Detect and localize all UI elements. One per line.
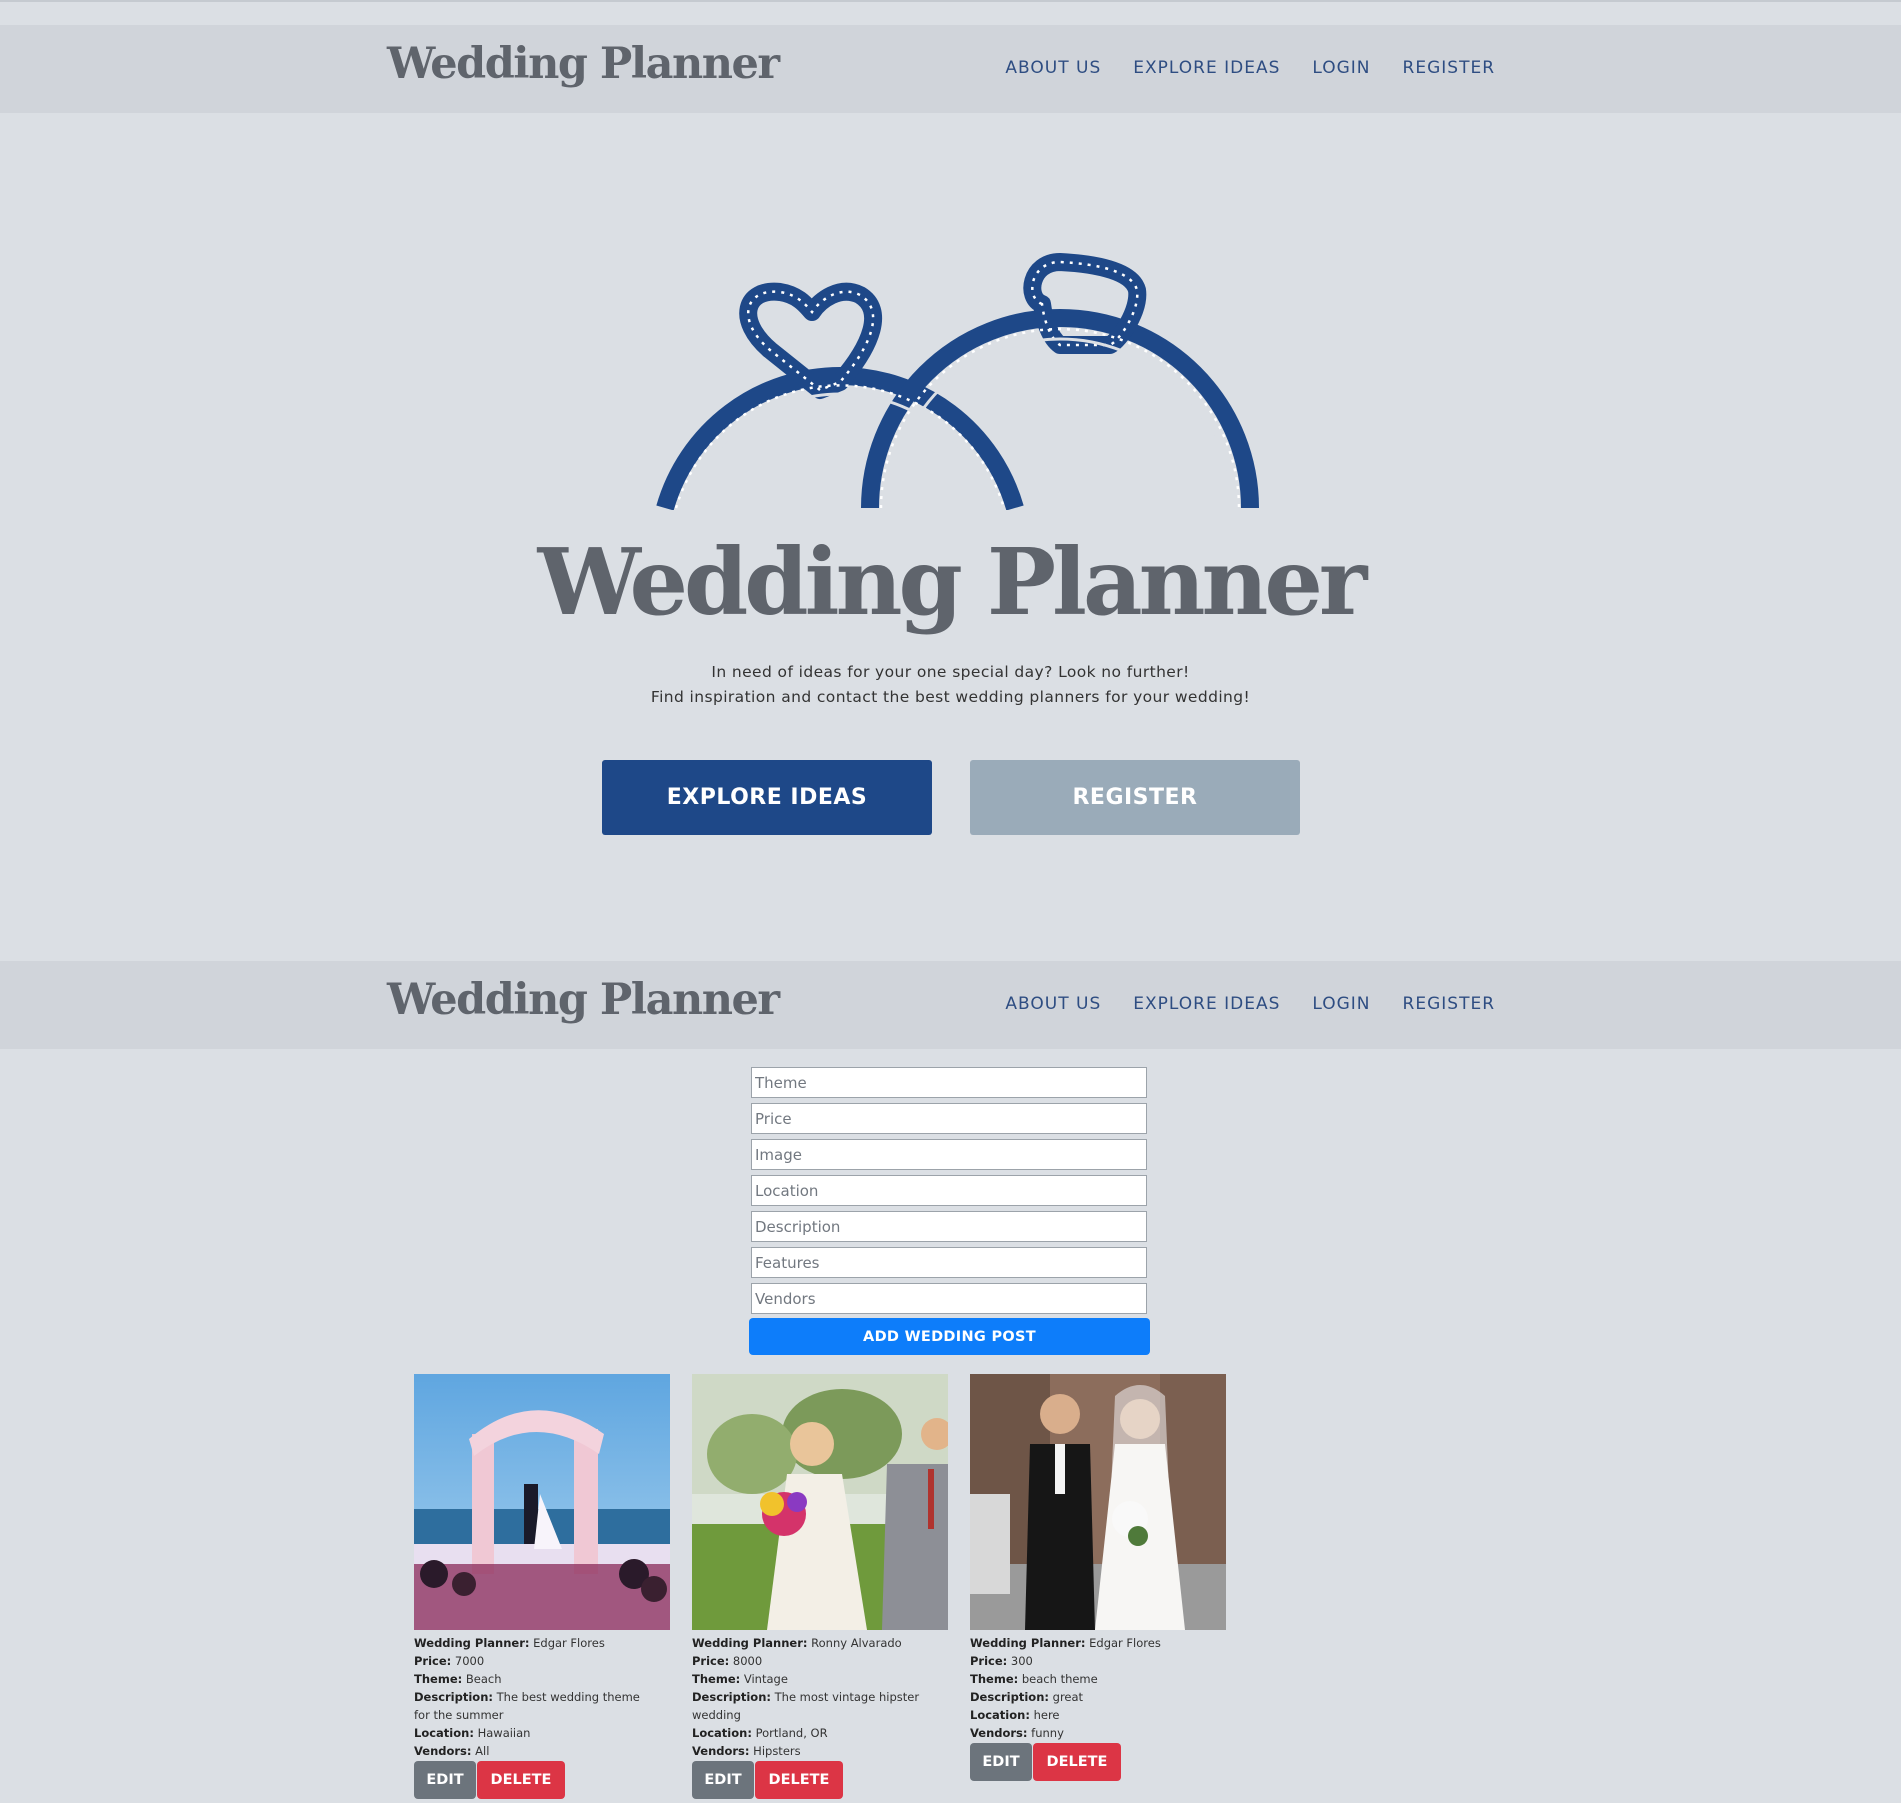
nav-explore-ideas[interactable]: EXPLORE IDEAS: [1133, 994, 1280, 1014]
post-price: Price: 300: [970, 1654, 1033, 1668]
vendors-input[interactable]: [751, 1283, 1147, 1314]
price-input[interactable]: [751, 1103, 1147, 1134]
wedding-post-card: Wedding Planner: Edgar Flores Price: 700…: [414, 1374, 670, 1799]
delete-button[interactable]: DELETE: [755, 1761, 843, 1799]
post-vendors: Vendors: Hipsters: [692, 1744, 801, 1758]
post-theme: Theme: Beach: [414, 1672, 502, 1686]
hero-tagline: In need of ideas for your one special da…: [0, 660, 1901, 710]
nav-links: ABOUT US EXPLORE IDEAS LOGIN REGISTER: [1005, 994, 1495, 1014]
post-details: Wedding Planner: Edgar Flores Price: 300…: [970, 1634, 1210, 1742]
nav-register[interactable]: REGISTER: [1403, 994, 1495, 1014]
nav-login[interactable]: LOGIN: [1312, 58, 1370, 78]
location-input[interactable]: [751, 1175, 1147, 1206]
edit-button[interactable]: EDIT: [414, 1761, 476, 1799]
post-description: Description: great: [970, 1690, 1084, 1704]
navbar-secondary: Wedding Planner ABOUT US EXPLORE IDEAS L…: [0, 961, 1901, 1049]
post-theme: Theme: Vintage: [692, 1672, 788, 1686]
delete-button[interactable]: DELETE: [477, 1761, 565, 1799]
edit-button[interactable]: EDIT: [692, 1761, 754, 1799]
post-actions: EDIT DELETE: [970, 1743, 1210, 1781]
nav-login[interactable]: LOGIN: [1312, 994, 1370, 1014]
nav-about-us[interactable]: ABOUT US: [1005, 994, 1101, 1014]
post-vendors: Vendors: All: [414, 1744, 490, 1758]
nav-register[interactable]: REGISTER: [1403, 58, 1495, 78]
post-details: Wedding Planner: Edgar Flores Price: 700…: [414, 1634, 654, 1760]
theme-input[interactable]: [751, 1067, 1147, 1098]
image-input[interactable]: [751, 1139, 1147, 1170]
explore-ideas-button[interactable]: EXPLORE IDEAS: [602, 760, 932, 835]
register-button[interactable]: REGISTER: [970, 760, 1300, 835]
hero-tagline-line-2: Find inspiration and contact the best we…: [650, 688, 1251, 706]
post-location: Location: here: [970, 1708, 1060, 1722]
hero-title: Wedding Planner: [537, 528, 1368, 636]
post-actions: EDIT DELETE: [414, 1761, 654, 1799]
nav-explore-ideas[interactable]: EXPLORE IDEAS: [1133, 58, 1280, 78]
navbar: Wedding Planner ABOUT US EXPLORE IDEAS L…: [0, 25, 1901, 113]
post-planner: Wedding Planner: Edgar Flores: [970, 1636, 1161, 1650]
post-image: [692, 1374, 948, 1630]
edit-button[interactable]: EDIT: [970, 1743, 1032, 1781]
post-price: Price: 7000: [414, 1654, 485, 1668]
wedding-rings-icon: [656, 253, 1259, 510]
post-vendors: Vendors: funny: [970, 1726, 1064, 1740]
wedding-post-card: Wedding Planner: Ronny Alvarado Price: 8…: [692, 1374, 948, 1799]
wedding-post-card: Wedding Planner: Edgar Flores Price: 300…: [970, 1374, 1226, 1781]
post-location: Location: Hawaiian: [414, 1726, 531, 1740]
description-input[interactable]: [751, 1211, 1147, 1242]
post-description: Description: The most vintage hipster we…: [692, 1690, 920, 1722]
post-details: Wedding Planner: Ronny Alvarado Price: 8…: [692, 1634, 932, 1760]
post-description: Description: The best wedding theme for …: [414, 1690, 640, 1722]
post-location: Location: Portland, OR: [692, 1726, 828, 1740]
add-wedding-post-button[interactable]: ADD WEDDING POST: [749, 1318, 1150, 1355]
nav-links: ABOUT US EXPLORE IDEAS LOGIN REGISTER: [1005, 58, 1495, 78]
nav-about-us[interactable]: ABOUT US: [1005, 58, 1101, 78]
hero-tagline-line-1: In need of ideas for your one special da…: [711, 663, 1190, 681]
features-input[interactable]: [751, 1247, 1147, 1278]
post-image: [414, 1374, 670, 1630]
delete-button[interactable]: DELETE: [1033, 1743, 1121, 1781]
post-planner: Wedding Planner: Ronny Alvarado: [692, 1636, 902, 1650]
brand-logo[interactable]: Wedding Planner: [387, 39, 780, 89]
post-theme: Theme: beach theme: [970, 1672, 1098, 1686]
post-price: Price: 8000: [692, 1654, 763, 1668]
post-planner: Wedding Planner: Edgar Flores: [414, 1636, 605, 1650]
post-image: [970, 1374, 1226, 1630]
brand-logo[interactable]: Wedding Planner: [387, 975, 780, 1025]
top-border: [0, 0, 1901, 2]
post-actions: EDIT DELETE: [692, 1761, 932, 1799]
